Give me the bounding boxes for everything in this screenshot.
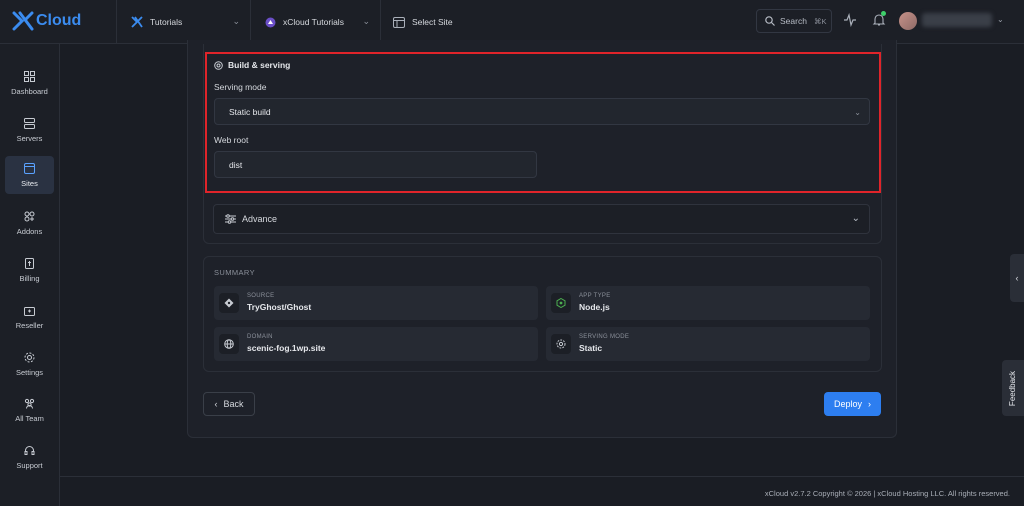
chevron-down-icon[interactable]: ⌄ [997, 15, 1004, 24]
browser-icon [24, 162, 35, 174]
sidebar-item-label: Sites [21, 178, 38, 188]
sidebar-item-billing[interactable]: Billing [5, 251, 54, 289]
sidebar-item-label: Dashboard [11, 86, 48, 96]
sidebar-item-settings[interactable]: Settings [5, 345, 54, 383]
billing-icon [25, 257, 34, 269]
deploy-button[interactable]: Deploy › [824, 392, 881, 416]
team-icon [24, 398, 35, 409]
summary-value: Node.js [579, 302, 610, 312]
summary-value: scenic-fog.1wp.site [247, 343, 326, 353]
settings-icon [551, 334, 571, 354]
sidebar-item-label: Servers [16, 133, 43, 143]
chevron-down-icon: ⌄ [854, 108, 861, 117]
summary-label: APP TYPE [579, 293, 611, 299]
section-title: Build & serving [228, 60, 291, 70]
sidebar-item-label: Support [16, 460, 43, 470]
collapse-panel-tab[interactable]: ‹ [1010, 254, 1024, 302]
sidebar-item-all-team[interactable]: All Team [5, 391, 54, 429]
build-serving-title: Build & serving [214, 60, 290, 70]
chevron-right-icon: › [868, 399, 871, 409]
breadcrumb-label: Tutorials [150, 17, 183, 27]
search-label: Search [780, 16, 807, 26]
logo-text: Cloud [36, 12, 82, 29]
breadcrumb-xcloud-tutorials[interactable]: xCloud Tutorials ⌄ [250, 0, 380, 44]
sidebar-item-label: All Team [15, 413, 44, 423]
x-logo-icon [12, 11, 34, 31]
headset-icon [24, 445, 35, 455]
gear-icon [24, 352, 35, 362]
footer: xCloud v2.7.2 Copyright © 2026 | xCloud … [60, 476, 1024, 506]
web-root-input[interactable]: dist [214, 151, 537, 178]
sidebar-item-dashboard[interactable]: Dashboard [5, 64, 54, 102]
summary-title: SUMMARY [214, 268, 255, 277]
search-icon [765, 16, 775, 26]
summary-item-source: SOURCE TryGhost/Ghost [214, 286, 538, 320]
web-root-value: dist [229, 159, 243, 170]
advance-label: Advance [242, 214, 278, 224]
summary-label: DOMAIN [247, 334, 273, 340]
user-name-blurred[interactable] [922, 13, 992, 27]
globe-icon [219, 334, 239, 354]
feedback-tab[interactable]: Feedback [1002, 360, 1024, 416]
chevron-down-icon: ⌄ [851, 213, 860, 224]
reseller-icon [24, 306, 35, 316]
breadcrumb-select-site[interactable]: Select Site [380, 0, 510, 44]
sidebar-item-support[interactable]: Support [5, 438, 54, 476]
summary-label: SOURCE [247, 293, 275, 299]
web-root-label: Web root [214, 135, 249, 145]
chevron-left-icon: ‹ [214, 399, 218, 409]
sidebar-item-servers[interactable]: Servers [5, 111, 54, 149]
copyright-text: xCloud v2.7.2 Copyright © 2026 | xCloud … [764, 489, 1010, 498]
logo[interactable]: Cloud [12, 11, 81, 31]
sidebar: Dashboard Servers Sites Addons Billing R… [0, 44, 60, 506]
serving-mode-value: Static build [229, 106, 271, 117]
sidebar-item-addons[interactable]: Addons [5, 204, 54, 242]
breadcrumb-label: Select Site [412, 17, 453, 27]
site-avatar-icon [265, 17, 276, 27]
deploy-label: Deploy [833, 399, 862, 409]
search-shortcut: ⌘K [813, 16, 827, 26]
chevron-down-icon: ⌄ [362, 16, 370, 26]
breadcrumb-tutorials[interactable]: Tutorials ⌄ [116, 0, 250, 44]
summary-label: SERVING MODE [579, 334, 630, 340]
layers-icon [214, 60, 223, 70]
serving-mode-select[interactable]: Static build ⌄ [214, 98, 870, 125]
chevron-left-icon: ‹ [1015, 273, 1019, 283]
server-icon [24, 117, 35, 129]
search-button[interactable]: Search ⌘K [756, 9, 832, 33]
summary-item-app-type: APP TYPE Node.js [546, 286, 870, 320]
sliders-icon [225, 214, 236, 224]
sidebar-item-label: Billing [19, 273, 40, 283]
activity-icon[interactable] [843, 13, 857, 27]
sidebar-item-label: Addons [16, 226, 43, 236]
sidebar-item-label: Settings [15, 367, 44, 377]
x-logo-icon [131, 16, 143, 28]
nodejs-icon [551, 293, 571, 313]
grid-icon [24, 70, 35, 82]
sidebar-item-reseller[interactable]: Reseller [5, 298, 54, 336]
serving-mode-label: Serving mode [214, 82, 267, 92]
advance-accordion[interactable]: Advance ⌄ [213, 204, 870, 234]
addons-icon [24, 211, 35, 221]
sidebar-item-label: Reseller [15, 320, 44, 330]
summary-item-domain: DOMAIN scenic-fog.1wp.site [214, 327, 538, 361]
feedback-label: Feedback [1008, 370, 1018, 406]
browser-icon [393, 16, 405, 28]
back-button[interactable]: ‹ Back [203, 392, 255, 416]
top-bar: Cloud Tutorials ⌄ xCloud Tutorials ⌄ Sel… [0, 0, 1024, 44]
chevron-down-icon: ⌄ [232, 16, 240, 26]
summary-value: Static [579, 343, 603, 353]
summary-item-serving-mode: SERVING MODE Static [546, 327, 870, 361]
avatar[interactable] [899, 12, 917, 30]
notification-dot [881, 11, 886, 16]
back-label: Back [223, 399, 244, 409]
summary-value: TryGhost/Ghost [247, 302, 312, 312]
breadcrumb-label: xCloud Tutorials [283, 17, 344, 27]
sidebar-item-sites[interactable]: Sites [5, 156, 54, 194]
git-icon [219, 293, 239, 313]
